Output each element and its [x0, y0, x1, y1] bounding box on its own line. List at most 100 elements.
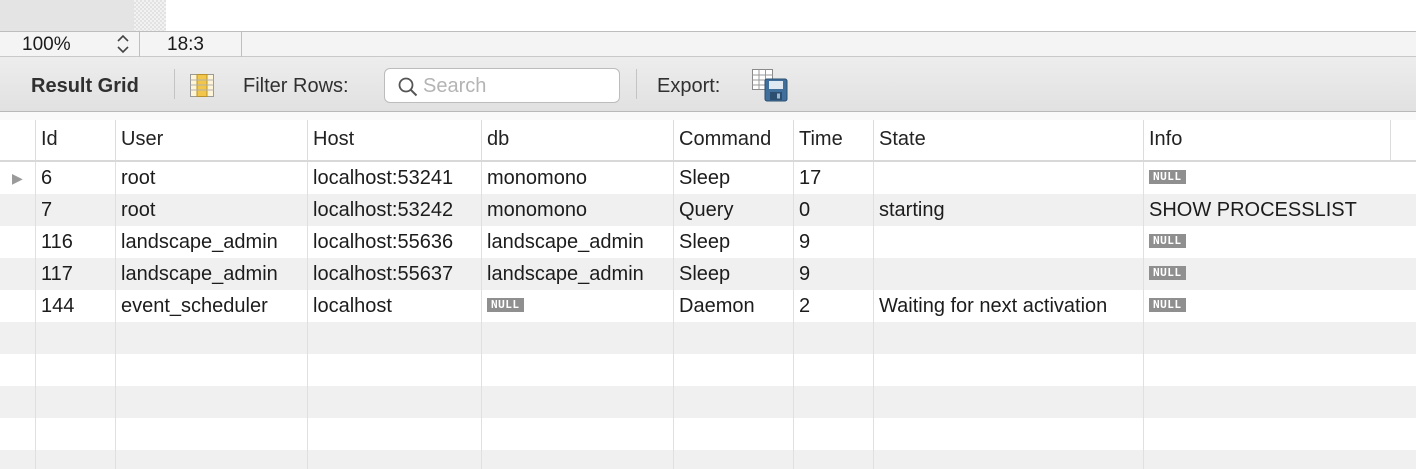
empty-cell — [115, 322, 307, 354]
empty-cell — [307, 418, 481, 450]
cell-state[interactable] — [873, 226, 1143, 258]
cell-info[interactable]: SHOW PROCESSLIST — [1143, 194, 1391, 226]
cell-command[interactable]: Sleep — [673, 162, 793, 194]
cell-command[interactable]: Query — [673, 194, 793, 226]
grid-header-row: Id User Host db Command Time State Info — [0, 120, 1416, 162]
cell-command[interactable]: Sleep — [673, 258, 793, 290]
empty-cell — [481, 354, 673, 386]
column-header-user[interactable]: User — [115, 120, 307, 160]
cell-db[interactable]: NULL — [481, 290, 673, 322]
cell-command[interactable]: Daemon — [673, 290, 793, 322]
cell-user[interactable]: landscape_admin — [115, 226, 307, 258]
table-row[interactable]: 7 root localhost:53242 monomono Query 0 … — [0, 194, 1416, 226]
cell-info[interactable]: NULL — [1143, 226, 1391, 258]
empty-cell — [1143, 386, 1391, 418]
search-icon — [397, 76, 419, 98]
cell-id[interactable]: 117 — [35, 258, 115, 290]
empty-cell — [673, 418, 793, 450]
column-header-info[interactable]: Info — [1143, 120, 1391, 160]
active-tab[interactable] — [0, 0, 134, 31]
empty-cell — [873, 322, 1143, 354]
cell-host[interactable]: localhost:53241 — [307, 162, 481, 194]
column-header-db[interactable]: db — [481, 120, 673, 160]
empty-cell — [673, 322, 793, 354]
empty-row — [0, 450, 1416, 469]
spreadsheet-save-icon[interactable] — [750, 67, 790, 103]
empty-cell — [1143, 322, 1391, 354]
cell-db[interactable]: landscape_admin — [481, 258, 673, 290]
empty-row — [0, 322, 1416, 354]
cell-user[interactable]: event_scheduler — [115, 290, 307, 322]
filter-search-box[interactable] — [384, 68, 620, 103]
table-row[interactable]: 144 event_scheduler localhost NULL Daemo… — [0, 290, 1416, 322]
column-header-state[interactable]: State — [873, 120, 1143, 160]
cell-state[interactable] — [873, 258, 1143, 290]
empty-cell — [307, 354, 481, 386]
column-header-time[interactable]: Time — [793, 120, 873, 160]
empty-cell — [35, 322, 115, 354]
empty-cell — [873, 354, 1143, 386]
cell-host[interactable]: localhost:55636 — [307, 226, 481, 258]
column-header-id[interactable]: Id — [35, 120, 115, 160]
cell-host[interactable]: localhost — [307, 290, 481, 322]
cell-db[interactable]: landscape_admin — [481, 226, 673, 258]
empty-cell — [307, 386, 481, 418]
status-divider — [139, 32, 140, 57]
empty-cell — [673, 450, 793, 469]
table-row[interactable]: ▶ 6 root localhost:53241 monomono Sleep … — [0, 162, 1416, 194]
tab-resize-edge — [134, 0, 166, 31]
column-header-command[interactable]: Command — [673, 120, 793, 160]
cell-time[interactable]: 9 — [793, 226, 873, 258]
cell-id[interactable]: 6 — [35, 162, 115, 194]
cell-info[interactable]: NULL — [1143, 290, 1391, 322]
cell-state[interactable]: Waiting for next activation — [873, 290, 1143, 322]
cell-info[interactable]: NULL — [1143, 258, 1391, 290]
null-badge: NULL — [1149, 170, 1186, 185]
empty-cell — [873, 450, 1143, 469]
empty-cell — [1143, 354, 1391, 386]
chevron-up-down-icon[interactable] — [113, 32, 133, 56]
null-badge: NULL — [1149, 298, 1186, 313]
cell-user[interactable]: root — [115, 194, 307, 226]
empty-cell — [673, 354, 793, 386]
empty-cell — [481, 418, 673, 450]
zoom-level: 100% — [22, 34, 71, 55]
cell-user[interactable]: root — [115, 162, 307, 194]
result-grid[interactable]: Id User Host db Command Time State Info … — [0, 112, 1416, 469]
empty-row — [0, 418, 1416, 450]
editor-status-bar: 100% 18:3 — [0, 31, 1416, 57]
export-label: Export: — [657, 75, 721, 97]
cell-state[interactable]: starting — [873, 194, 1143, 226]
cell-command[interactable]: Sleep — [673, 226, 793, 258]
cell-info[interactable]: NULL — [1143, 162, 1391, 194]
table-row[interactable]: 116 landscape_admin localhost:55636 land… — [0, 226, 1416, 258]
cell-host[interactable]: localhost:53242 — [307, 194, 481, 226]
column-grid-icon[interactable] — [188, 72, 216, 99]
null-badge: NULL — [1149, 266, 1186, 281]
result-grid-title[interactable]: Result Grid — [31, 75, 139, 98]
table-row[interactable]: 117 landscape_admin localhost:55637 land… — [0, 258, 1416, 290]
cell-time[interactable]: 2 — [793, 290, 873, 322]
cell-db[interactable]: monomono — [481, 194, 673, 226]
cell-id[interactable]: 7 — [35, 194, 115, 226]
empty-cell — [793, 386, 873, 418]
column-header-host[interactable]: Host — [307, 120, 481, 160]
cell-host[interactable]: localhost:55637 — [307, 258, 481, 290]
cell-id[interactable]: 144 — [35, 290, 115, 322]
empty-cell — [793, 418, 873, 450]
cell-user[interactable]: landscape_admin — [115, 258, 307, 290]
cell-time[interactable]: 0 — [793, 194, 873, 226]
empty-cell — [673, 386, 793, 418]
cell-db[interactable]: monomono — [481, 162, 673, 194]
empty-cell — [115, 386, 307, 418]
empty-cell — [35, 386, 115, 418]
empty-cell — [115, 450, 307, 469]
cell-time[interactable]: 9 — [793, 258, 873, 290]
filter-rows-label: Filter Rows: — [243, 75, 349, 97]
search-input[interactable] — [423, 74, 613, 98]
empty-cell — [793, 354, 873, 386]
cell-time[interactable]: 17 — [793, 162, 873, 194]
cell-state[interactable] — [873, 162, 1143, 194]
toolbar-divider — [174, 69, 175, 99]
cell-id[interactable]: 116 — [35, 226, 115, 258]
